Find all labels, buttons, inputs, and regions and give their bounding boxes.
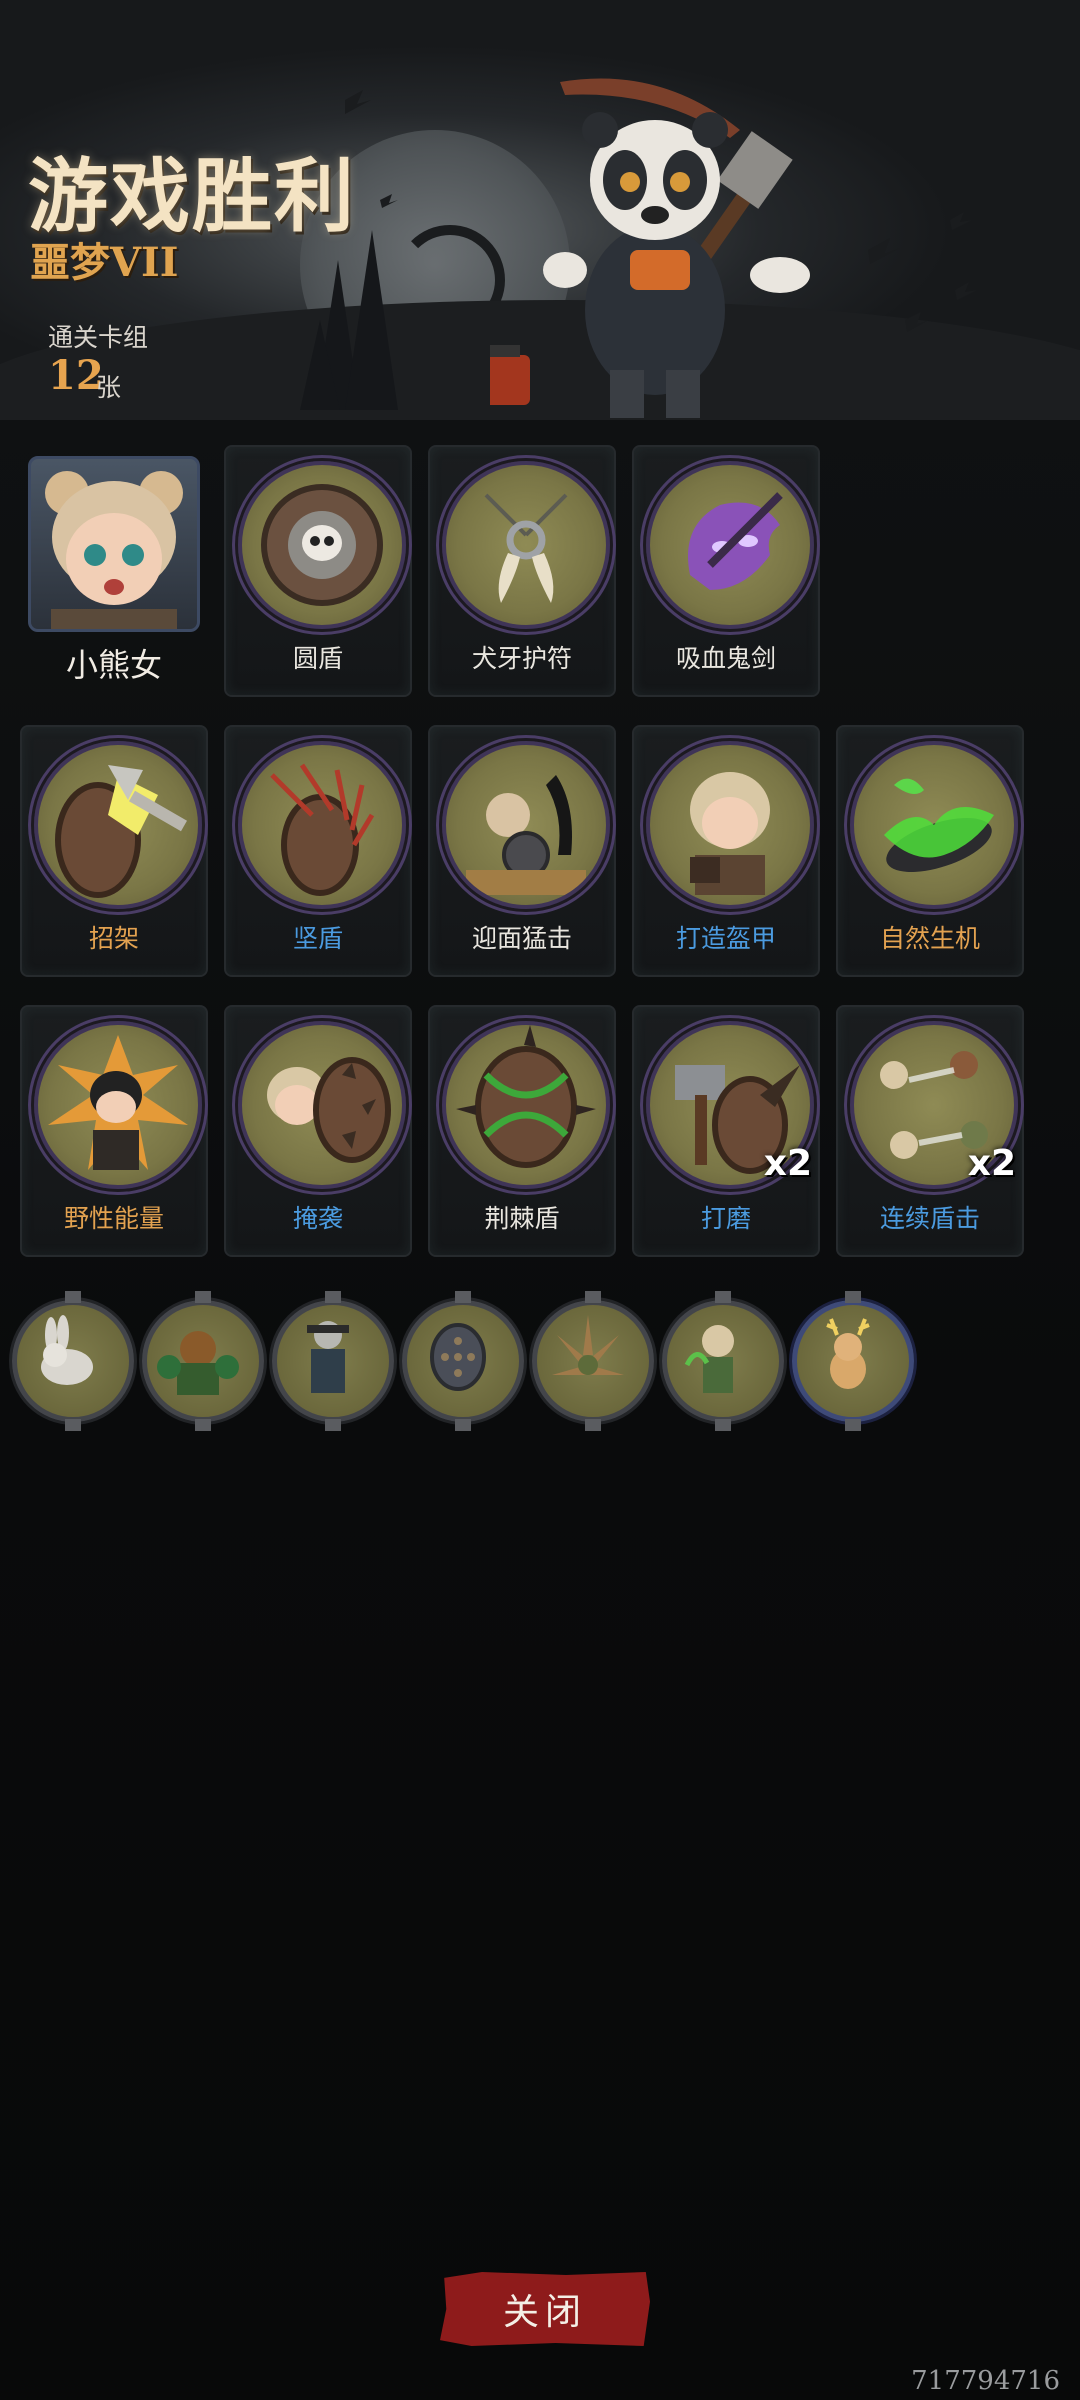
card-medal bbox=[442, 741, 610, 909]
card-label: 吸血鬼剑 bbox=[675, 644, 776, 673]
victory-screen: 游戏胜利 噩梦VII 通关卡组 12 张 小熊女 圆盾 犬牙护符 吸血鬼剑 招架… bbox=[0, 0, 1080, 2400]
skill-card[interactable]: 自然生机 bbox=[836, 725, 1024, 977]
panda-reaper-mascot-icon bbox=[490, 78, 810, 418]
card-medal bbox=[646, 741, 814, 909]
card-label: 圆盾 bbox=[292, 644, 343, 673]
card-label: 打造盔甲 bbox=[675, 924, 776, 953]
skill-card[interactable]: 招架 bbox=[20, 725, 208, 977]
trinket-slot[interactable] bbox=[142, 1291, 264, 1431]
equipment-card[interactable]: 犬牙护符 bbox=[428, 445, 616, 697]
card-medal bbox=[34, 741, 202, 909]
forest-girl-icon bbox=[684, 1325, 734, 1393]
rabbit-icon bbox=[41, 1315, 93, 1385]
thorn-burst-icon bbox=[552, 1315, 624, 1375]
equipment-medal bbox=[646, 461, 814, 629]
skill-card[interactable]: 打造盔甲 bbox=[632, 725, 820, 977]
card-label: 招架 bbox=[88, 924, 139, 953]
card-label: 打磨 bbox=[700, 1204, 751, 1233]
fang-amulet-icon bbox=[484, 493, 568, 603]
nature-vitality-icon bbox=[884, 778, 994, 872]
card-label: 荆棘盾 bbox=[484, 1204, 560, 1233]
equipment-card[interactable]: 圆盾 bbox=[224, 445, 412, 697]
bear-girl-portrait-icon bbox=[45, 471, 183, 629]
hero-name: 小熊女 bbox=[65, 646, 162, 684]
card-label: 野性能量 bbox=[63, 1204, 164, 1233]
skull-round-shield-icon bbox=[261, 484, 383, 606]
skill-card[interactable]: 荆棘盾 bbox=[428, 1005, 616, 1257]
card-label: 自然生机 bbox=[879, 924, 980, 953]
trinket-slot[interactable] bbox=[662, 1291, 784, 1431]
card-multiplier-badge: x2 bbox=[763, 1143, 812, 1184]
skill-card[interactable]: 掩袭 bbox=[224, 1005, 412, 1257]
thorn-shield-icon bbox=[456, 1025, 596, 1168]
card-multiplier-badge: x2 bbox=[967, 1143, 1016, 1184]
head-on-strike-icon bbox=[466, 775, 586, 895]
equipment-medal bbox=[442, 461, 610, 629]
skill-card[interactable]: 坚盾 bbox=[224, 725, 412, 977]
card-label: 坚盾 bbox=[292, 924, 343, 953]
skill-card[interactable]: 连续盾击 x2 bbox=[836, 1005, 1024, 1257]
vampire-sword-icon bbox=[688, 492, 783, 590]
skill-card[interactable]: 迎面猛击 bbox=[428, 725, 616, 977]
deck-label: 通关卡组 bbox=[48, 323, 149, 352]
card-medal bbox=[850, 741, 1018, 909]
parry-axe-icon bbox=[55, 765, 187, 898]
card-label: 犬牙护符 bbox=[471, 644, 572, 673]
card-medal bbox=[238, 741, 406, 909]
trinket-slot[interactable] bbox=[532, 1291, 654, 1431]
victory-banner: 游戏胜利 噩梦VII 通关卡组 12 张 bbox=[0, 0, 1080, 420]
trinket-slot[interactable] bbox=[12, 1291, 134, 1431]
card-medal bbox=[34, 1021, 202, 1189]
wild-energy-icon bbox=[48, 1035, 188, 1170]
card-label: 迎面猛击 bbox=[471, 924, 572, 953]
bear-warrior-icon bbox=[157, 1331, 239, 1395]
trinket-slot[interactable] bbox=[402, 1291, 524, 1431]
skill-card[interactable]: 打磨 x2 bbox=[632, 1005, 820, 1257]
trinket-slot[interactable] bbox=[792, 1291, 914, 1431]
forge-armor-icon bbox=[690, 772, 770, 895]
watermark-id: 717794716 bbox=[911, 2366, 1060, 2396]
card-label: 掩袭 bbox=[292, 1204, 343, 1233]
difficulty-label: 噩梦VII bbox=[30, 239, 179, 286]
trinket-slot[interactable] bbox=[272, 1291, 394, 1431]
skill-card[interactable]: 野性能量 bbox=[20, 1005, 208, 1257]
equipment-medal bbox=[238, 461, 406, 629]
close-button[interactable]: 关闭 bbox=[440, 2272, 650, 2346]
card-label: 连续盾击 bbox=[879, 1204, 980, 1233]
card-medal bbox=[238, 1021, 406, 1189]
masked-rogue-icon bbox=[307, 1321, 349, 1393]
card-medal bbox=[442, 1021, 610, 1189]
deck-count-unit: 张 bbox=[96, 373, 122, 402]
spiked-shield-icon bbox=[430, 1323, 486, 1391]
shield-arrows-icon bbox=[270, 763, 375, 896]
deer-icon bbox=[826, 1318, 870, 1389]
equipment-card[interactable]: 吸血鬼剑 bbox=[632, 445, 820, 697]
ambush-icon bbox=[267, 1057, 391, 1163]
hero-portrait[interactable] bbox=[28, 456, 200, 632]
